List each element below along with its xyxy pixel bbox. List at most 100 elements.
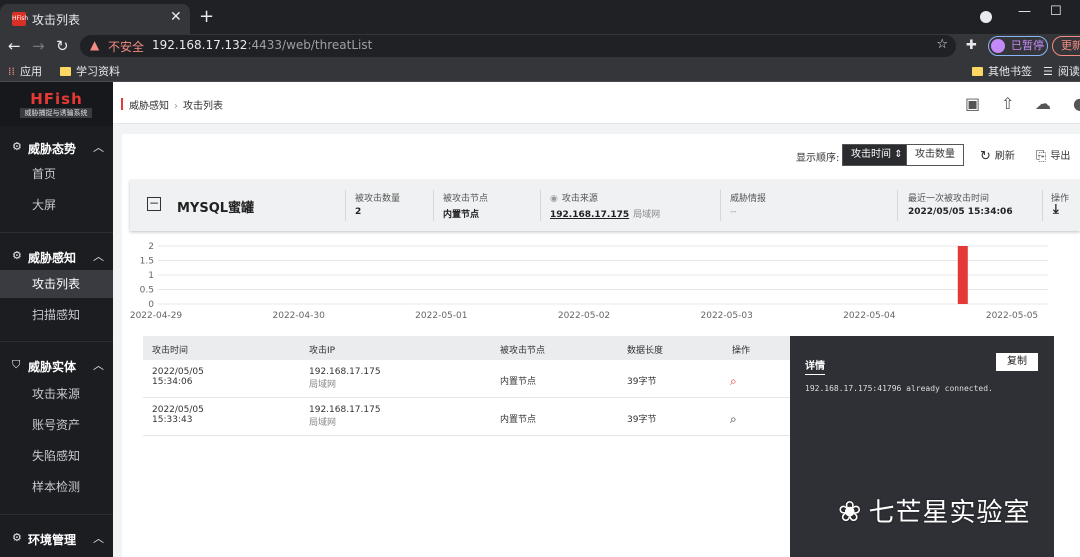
x-tick-label: 2022-04-29 xyxy=(130,311,183,321)
sidebar-item-bigscreen[interactable]: 大屏 xyxy=(0,191,113,219)
sort-icon: ⇕ xyxy=(894,149,903,160)
crumb-current: 攻击列表 xyxy=(183,101,223,112)
bookmark-apps[interactable]: ⁞⁞ 应用 xyxy=(8,63,42,79)
y-tick-label: 0 xyxy=(148,300,154,310)
sidebar-item-sample[interactable]: 样本检测 xyxy=(0,473,113,501)
attack-chart: 2 1.5 1 0.5 02022-04-29 2022-04-30 2022-05-01 2… xyxy=(130,242,1048,321)
nav-group-situation[interactable]: ⚙ 威胁态势 ︿ xyxy=(0,134,113,160)
address-bar[interactable]: ▲ 不安全 192.168.17.132:4433/web/threatList… xyxy=(80,35,956,57)
nav-group-perception[interactable]: ⚙ 威胁感知 ︿ xyxy=(0,243,113,269)
apps-grid-icon: ⁞⁞ xyxy=(8,65,15,78)
sidebar-item-accounts[interactable]: 账号资产 xyxy=(0,411,113,439)
chevron-up-icon: ︿ xyxy=(93,250,104,263)
honeypot-card: − MYSQL蜜罐 被攻击数量 2 被攻击节点 内置节点 ◉ 攻击来源 192.1… xyxy=(130,180,1080,231)
bookmark-study[interactable]: 学习资料 xyxy=(60,63,120,79)
bookmarks-bar: ⁞⁞ 应用 学习资料 其他书签 ☰ 阅读 xyxy=(0,60,1080,82)
table-row[interactable]: 2022/05/05 15:34:06 192.168.17.175 局域网 内置节… xyxy=(143,360,813,398)
update-button[interactable]: 更新 xyxy=(1052,36,1080,56)
chevron-up-icon: ︿ xyxy=(93,141,104,154)
insecure-label: 不安全 xyxy=(108,40,145,54)
attack-count: 2 xyxy=(355,207,362,217)
chevron-up-icon: ︿ xyxy=(93,532,104,545)
x-tick-label: 2022-05-04 xyxy=(843,311,896,321)
sort-by-count-button[interactable]: 攻击数量 xyxy=(906,144,964,166)
sort-label: 显示顺序: xyxy=(796,153,840,164)
new-tab-icon[interactable]: + xyxy=(199,6,214,27)
collapse-icon[interactable]: − xyxy=(147,197,161,211)
minimize-icon[interactable]: — xyxy=(1018,4,1031,19)
attacked-node: 内置节点 xyxy=(443,210,480,220)
gear-icon: ⚙ xyxy=(12,140,22,153)
refresh-button[interactable]: ↻ 刷新 xyxy=(980,147,1015,164)
book-icon[interactable]: ▣ xyxy=(965,94,980,113)
detail-title: 详情 xyxy=(805,361,825,372)
reload-icon[interactable]: ↻ xyxy=(56,37,69,55)
table-header: 攻击时间 攻击IP 被攻击节点 数据长度 操作 xyxy=(143,336,813,360)
bookmark-other[interactable]: 其他书签 xyxy=(972,63,1032,79)
tab-close-icon[interactable]: ✕ xyxy=(170,9,182,25)
table-row[interactable]: 2022/05/05 15:33:43 192.168.17.175 局域网 内置节… xyxy=(143,398,813,436)
x-tick-label: 2022-05-05 xyxy=(986,311,1038,321)
chevron-up-icon: ︿ xyxy=(93,359,104,372)
folder-icon xyxy=(60,67,71,76)
profile-menu-icon[interactable] xyxy=(980,11,992,23)
eye-icon: ◉ xyxy=(550,194,558,204)
reading-list-icon: ☰ xyxy=(1043,65,1053,78)
detail-text: 192.168.17.175:41796 already connected. xyxy=(805,384,993,393)
y-tick-label: 2 xyxy=(148,242,154,252)
logo: HFish 威胁捕捉与诱骗系统 xyxy=(0,82,113,126)
x-tick-label: 2022-05-02 xyxy=(558,311,610,321)
nav-group-env[interactable]: ⚙ 环境管理 ︿ xyxy=(0,525,113,551)
browser-tabbar: HFish 攻击列表 ✕ + — ☐ xyxy=(0,0,1080,34)
sidebar-item-attack-list[interactable]: 攻击列表 xyxy=(0,270,113,298)
back-icon[interactable]: ← xyxy=(8,37,21,55)
view-detail-icon[interactable]: ⌕ xyxy=(730,412,737,427)
y-tick-label: 1 xyxy=(148,271,154,281)
x-tick-label: 2022-04-30 xyxy=(273,311,326,321)
sidebar-item-scan[interactable]: 扫描感知 xyxy=(0,301,113,329)
warning-icon: ▲ xyxy=(90,38,100,52)
folder-icon xyxy=(972,67,983,76)
export-button[interactable]: ⎘ 导出 xyxy=(1036,147,1070,164)
gear-icon: ⚙ xyxy=(12,249,22,262)
view-detail-icon[interactable]: ⌕ xyxy=(730,374,737,389)
shield-icon: ⛉ xyxy=(12,358,21,371)
last-attack-time: 2022/05/05 15:34:06 xyxy=(908,207,1013,217)
maximize-icon[interactable]: ☐ xyxy=(1050,4,1062,19)
rocket-icon[interactable]: ⇧ xyxy=(1001,94,1014,113)
bookmark-star-icon[interactable]: ☆ xyxy=(936,37,948,52)
sidebar-item-home[interactable]: 首页 xyxy=(0,160,113,188)
source-ip-link[interactable]: 192.168.17.175 xyxy=(550,210,629,220)
download-icon[interactable]: ⤓ xyxy=(1053,202,1059,217)
sort-by-time-button[interactable]: 攻击时间 ⇕ xyxy=(842,144,912,166)
wechat-icon[interactable]: ☁ xyxy=(1035,94,1051,113)
honeypot-name: MYSQL蜜罐 xyxy=(177,201,255,216)
gear-icon: ⚙ xyxy=(12,531,22,544)
scrollbar[interactable] xyxy=(1054,336,1080,557)
url-text: 192.168.17.132:4433/web/threatList xyxy=(152,38,373,52)
export-icon: ⎘ xyxy=(1036,149,1047,164)
browser-tab[interactable]: HFish 攻击列表 ✕ xyxy=(0,4,190,34)
sidebar-item-source[interactable]: 攻击来源 xyxy=(0,380,113,408)
y-tick-label: 0.5 xyxy=(140,286,154,296)
browser-toolbar: ← → ↻ ▲ 不安全 192.168.17.132:4433/web/thre… xyxy=(0,34,1080,60)
refresh-icon: ↻ xyxy=(980,149,991,164)
threat-intel: -- xyxy=(730,207,737,217)
profile-paused-button[interactable]: 已暂停 xyxy=(988,36,1048,56)
watermark: ❀ 七芒星实验室 xyxy=(838,495,1031,528)
y-tick-label: 1.5 xyxy=(140,257,154,267)
wechat-logo-icon: ❀ xyxy=(838,495,863,528)
chart-bar xyxy=(957,246,968,304)
breadcrumb: 威胁感知 › 攻击列表 xyxy=(129,101,223,112)
avatar xyxy=(991,39,1005,53)
sidebar-item-compromise[interactable]: 失陷感知 xyxy=(0,442,113,470)
user-icon[interactable]: ◐ xyxy=(1073,94,1080,113)
tab-title: 攻击列表 xyxy=(32,13,81,27)
copy-button[interactable]: 复制 xyxy=(996,353,1038,371)
crumb-parent[interactable]: 威胁感知 xyxy=(129,101,169,112)
extensions-icon[interactable]: ✚ xyxy=(966,38,977,53)
bookmark-reading[interactable]: ☰ 阅读 xyxy=(1043,63,1080,79)
nav-group-entity[interactable]: ⛉ 威胁实体 ︿ xyxy=(0,352,113,378)
favicon-icon: HFish xyxy=(12,12,28,26)
forward-icon[interactable]: → xyxy=(32,37,45,55)
